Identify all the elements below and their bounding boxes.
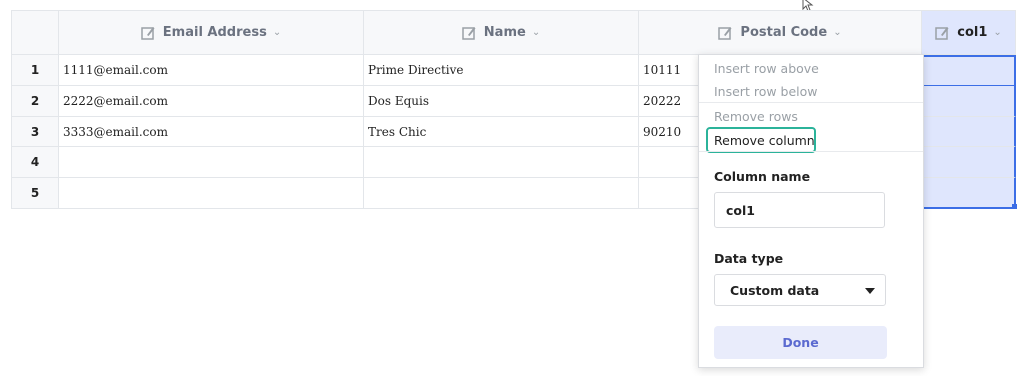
table-cell-col1[interactable] [922, 178, 1016, 209]
row-number[interactable]: 1 [11, 55, 59, 86]
column-header-email[interactable]: Email Address ⌄ [59, 10, 364, 55]
edit-table-icon [141, 26, 155, 40]
column-header-col1[interactable]: col1 ⌄ [922, 10, 1016, 55]
table-cell-email[interactable] [59, 147, 364, 178]
table-cell-email[interactable] [59, 178, 364, 209]
table-cell-col1[interactable] [922, 86, 1016, 117]
table-cell-col1[interactable] [922, 147, 1016, 178]
data-type-value: Custom data [730, 282, 820, 298]
table-cell-name[interactable] [364, 178, 639, 209]
edit-table-icon [935, 26, 949, 40]
done-button[interactable]: Done [714, 326, 887, 359]
table-cell-email[interactable]: 1111@email.com [59, 55, 364, 86]
edit-table-icon [718, 26, 732, 40]
column-name-input[interactable]: col1 [714, 192, 885, 228]
menu-item-remove-column[interactable]: Remove column [714, 133, 815, 148]
table-cell-name[interactable]: Tres Chic [364, 117, 639, 147]
column-context-menu: Insert row above Insert row below Remove… [698, 54, 924, 368]
column-name-label: Column name [714, 169, 811, 184]
row-number[interactable]: 4 [11, 147, 59, 178]
chevron-down-icon[interactable]: ⌄ [833, 27, 841, 38]
chevron-down-icon[interactable]: ⌄ [993, 27, 1001, 38]
caret-down-icon [865, 288, 875, 294]
selection-fill-handle[interactable] [1012, 204, 1017, 209]
table-cell-col1[interactable] [922, 117, 1016, 147]
column-header-name[interactable]: Name ⌄ [364, 10, 639, 55]
menu-item-remove-rows[interactable]: Remove rows [714, 109, 798, 124]
table-cell-name[interactable] [364, 147, 639, 178]
chevron-down-icon[interactable]: ⌄ [273, 27, 281, 38]
column-header-label: Name [483, 25, 526, 40]
row-number[interactable]: 3 [11, 117, 59, 147]
menu-item-insert-row-below[interactable]: Insert row below [714, 84, 818, 99]
data-type-select[interactable]: Custom data [714, 274, 886, 306]
table-cell-name[interactable]: Dos Equis [364, 86, 639, 117]
column-header-postal-code[interactable]: Postal Code ⌄ [639, 10, 922, 55]
column-header-label: Postal Code [740, 25, 828, 40]
menu-divider [699, 102, 923, 103]
data-type-label: Data type [714, 251, 784, 266]
menu-divider [699, 151, 923, 152]
corner-cell [11, 10, 59, 55]
table-cell-email[interactable]: 2222@email.com [59, 86, 364, 117]
table-cell-col1[interactable] [922, 55, 1016, 86]
chevron-down-icon[interactable]: ⌄ [532, 27, 540, 38]
edit-table-icon [462, 26, 476, 40]
row-number[interactable]: 5 [11, 178, 59, 209]
column-header-label: col1 [957, 25, 988, 40]
row-number[interactable]: 2 [11, 86, 59, 117]
column-header-label: Email Address [162, 25, 267, 40]
table-cell-name[interactable]: Prime Directive [364, 55, 639, 86]
table-cell-email[interactable]: 3333@email.com [59, 117, 364, 147]
menu-item-insert-row-above[interactable]: Insert row above [714, 61, 819, 76]
